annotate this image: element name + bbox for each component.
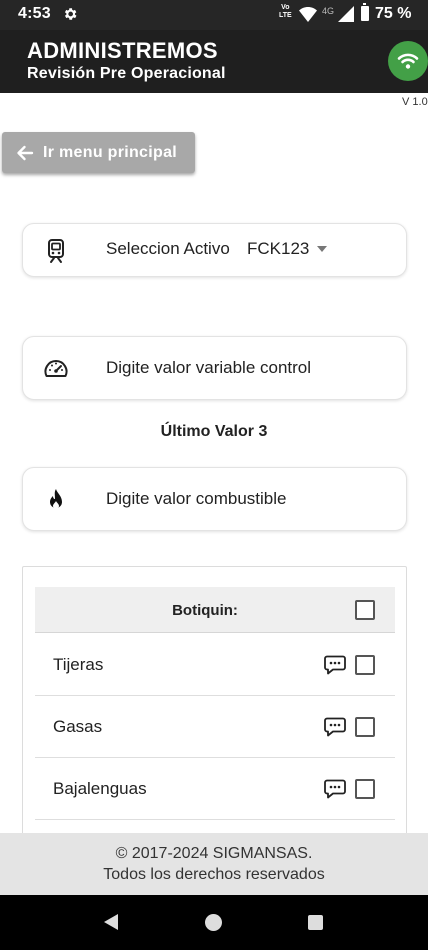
app-title: ADMINISTREMOS xyxy=(27,38,218,63)
asset-select-card: Seleccion Activo FCK123 xyxy=(22,223,407,277)
nav-home-icon[interactable] xyxy=(205,914,222,931)
app-subtitle: Revisión Pre Operacional xyxy=(27,65,226,82)
checklist-item-checkbox[interactable] xyxy=(355,779,375,799)
system-nav-bar xyxy=(0,895,428,950)
wifi-signal-icon xyxy=(299,7,317,22)
network-type: 4G xyxy=(322,6,335,16)
volte-bottom: LTE xyxy=(279,12,292,19)
select-all-checkbox[interactable] xyxy=(355,600,375,620)
asset-dropdown[interactable]: FCK123 xyxy=(247,239,328,259)
checklist-title: Botiquin: xyxy=(172,602,238,619)
arrow-left-icon xyxy=(17,145,34,160)
speedometer-icon xyxy=(44,360,68,377)
connection-status-button[interactable] xyxy=(388,41,428,81)
footer-copyright: © 2017-2024 SIGMANSAS. xyxy=(115,845,313,862)
comment-icon[interactable] xyxy=(324,655,346,675)
wifi-icon xyxy=(397,53,419,69)
caret-down-icon xyxy=(317,246,328,252)
footer: © 2017-2024 SIGMANSAS. Todos los derecho… xyxy=(0,833,428,895)
main-menu-button-label: Ir menu principal xyxy=(43,143,178,161)
fire-icon xyxy=(50,489,62,509)
cell-signal-icon xyxy=(338,6,354,22)
checklist-item-label: Gasas xyxy=(53,717,103,736)
status-bar: 4:53 Vo LTE 4G 75 % xyxy=(0,0,428,30)
status-time: 4:53 xyxy=(18,5,51,22)
checklist-card: Botiquin: Tijeras Gasas Bajalenguas xyxy=(22,566,407,866)
checklist-row: Tijeras xyxy=(35,634,395,696)
fuel-placeholder: Digite valor combustible xyxy=(106,489,287,508)
checklist-item-checkbox[interactable] xyxy=(355,717,375,737)
checklist-header: Botiquin: xyxy=(35,587,395,633)
battery-percent: 75 % xyxy=(375,5,412,22)
gear-icon xyxy=(64,8,77,20)
nav-recents-icon[interactable] xyxy=(308,915,323,930)
asset-select-label: Seleccion Activo xyxy=(106,239,230,258)
comment-icon[interactable] xyxy=(324,779,346,799)
asset-dropdown-value: FCK123 xyxy=(247,239,310,258)
control-variable-input[interactable]: Digite valor variable control xyxy=(22,336,407,400)
train-icon xyxy=(48,239,64,263)
comment-icon[interactable] xyxy=(324,717,346,737)
main-menu-button[interactable]: Ir menu principal xyxy=(2,132,195,173)
checklist-item-label: Bajalenguas xyxy=(53,779,147,798)
battery-icon xyxy=(361,3,369,21)
control-variable-placeholder: Digite valor variable control xyxy=(106,358,312,377)
volte-top: Vo xyxy=(281,4,290,11)
footer-rights: Todos los derechos reservados xyxy=(103,866,325,883)
checklist-row: Bajalenguas xyxy=(35,758,395,820)
version-label: V 1.0 xyxy=(402,96,428,108)
nav-back-icon[interactable] xyxy=(104,914,118,930)
checklist-item-label: Tijeras xyxy=(53,655,104,674)
checklist-row: Gasas xyxy=(35,696,395,758)
app-header: ADMINISTREMOS Revisión Pre Operacional xyxy=(0,30,428,93)
volte-indicator: Vo LTE xyxy=(279,4,292,20)
last-value-label: Último Valor 3 xyxy=(160,423,268,440)
checklist-item-checkbox[interactable] xyxy=(355,655,375,675)
fuel-input[interactable]: Digite valor combustible xyxy=(22,467,407,531)
